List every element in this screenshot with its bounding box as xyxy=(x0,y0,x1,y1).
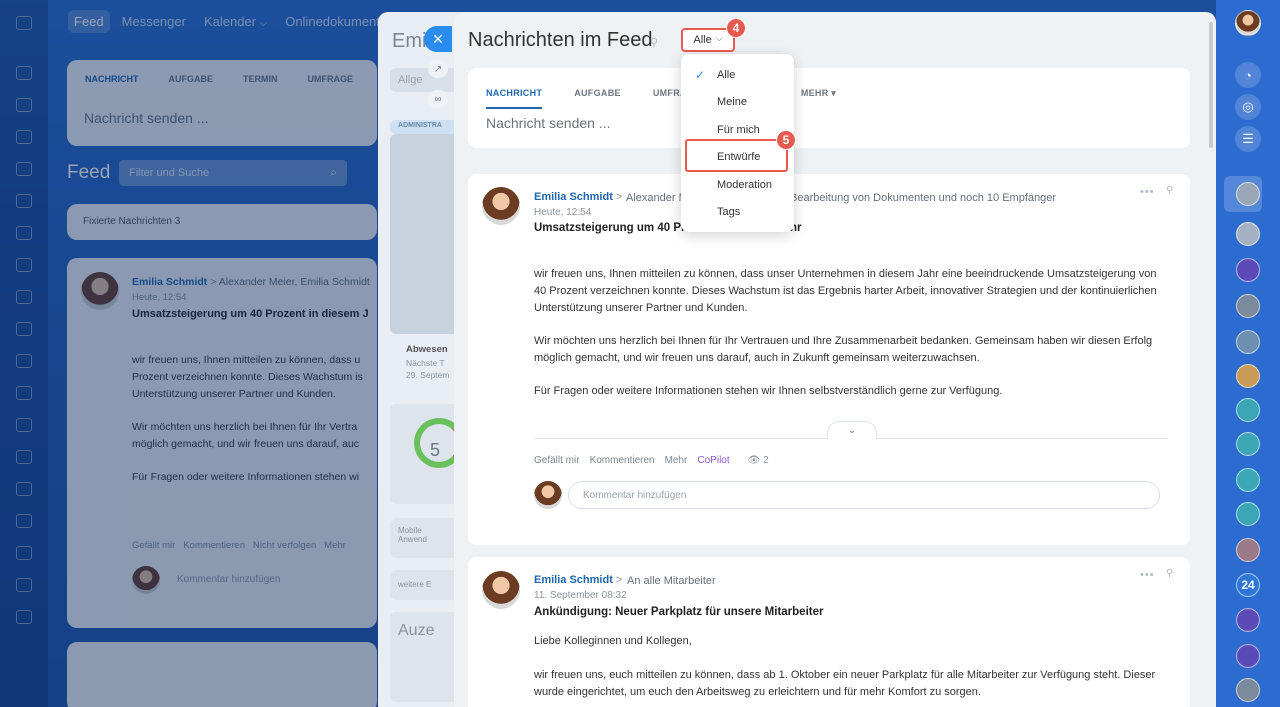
post-body-paragraph: wir freuen uns, Ihnen mitteilen zu könne… xyxy=(534,268,1157,314)
contact-avatar[interactable] xyxy=(1236,182,1260,206)
more-menu-icon[interactable]: ••• xyxy=(1140,186,1155,198)
open-new-window-icon[interactable]: ↗ xyxy=(428,60,448,78)
chat-icon[interactable]: ☰ xyxy=(1235,126,1261,152)
feed-post: Emilia Schmidt > An alle Mitarbeiter 11.… xyxy=(468,557,1190,707)
post-body-paragraph: wir freuen uns, euch mitteilen zu können… xyxy=(534,669,1156,698)
menu-item-alle[interactable]: Alle xyxy=(717,69,735,81)
tab-nachricht[interactable]: NACHRICHT xyxy=(486,78,543,109)
contact-avatar[interactable] xyxy=(1236,502,1260,526)
menu-item-fuer-mich[interactable]: Für mich xyxy=(717,124,760,136)
contact-avatar[interactable] xyxy=(1236,222,1260,246)
avatar[interactable] xyxy=(482,187,520,225)
tab-mehr[interactable]: MEHR ▾ xyxy=(801,78,836,109)
post-recipients-more[interactable]: Bearbeitung von Dokumenten und noch 10 E… xyxy=(790,192,1056,204)
post-recipients[interactable]: An alle Mitarbeiter xyxy=(627,575,716,587)
feed-slider: Nachrichten im Feed ⚲ Alle ⌵ NACHRICHT A… xyxy=(454,12,1216,707)
post-composer: NACHRICHT AUFGABE UMFRA MEHR ▾ Nachricht… xyxy=(468,68,1190,148)
counter-badge[interactable]: 24 xyxy=(1236,573,1260,597)
other-card-label: weitere E xyxy=(398,580,432,589)
absence-date: 29. Septem xyxy=(406,370,450,380)
bell-icon[interactable]: ◔ xyxy=(1235,62,1261,88)
gauge-value: 5 xyxy=(430,440,441,460)
post-time[interactable]: Heute, 12:54 xyxy=(534,207,591,218)
profile-tab[interactable]: Allge xyxy=(390,68,460,92)
scrollbar[interactable] xyxy=(1209,22,1213,148)
more-button[interactable]: Mehr xyxy=(665,455,688,466)
comment-placeholder: Kommentar hinzufügen xyxy=(583,490,687,501)
comment-button[interactable]: Kommentieren xyxy=(590,455,655,466)
recipient-arrow: > xyxy=(615,574,623,586)
copilot-button[interactable]: CoPilot xyxy=(697,455,729,466)
step-badge-4: 4 xyxy=(726,18,746,38)
post-title: Umsatzsteigerung um 40 Pro xyxy=(534,222,693,234)
post-body-paragraph: Wir möchten uns herzlich bei Ihnen für I… xyxy=(534,335,1153,364)
tab-aufgabe[interactable]: AUFGABE xyxy=(574,78,621,109)
check-icon: ✓ xyxy=(695,68,706,82)
filter-dropdown-label: Alle xyxy=(693,34,712,46)
post-recipients[interactable]: Alexander M xyxy=(626,192,688,204)
contact-avatar[interactable] xyxy=(1236,258,1260,282)
contact-avatar[interactable] xyxy=(1236,432,1260,456)
post-body-paragraph: Für Fragen oder weitere Informationen st… xyxy=(534,385,1003,397)
contact-avatar[interactable] xyxy=(1236,398,1260,422)
contact-avatar[interactable] xyxy=(1236,608,1260,632)
contact-avatar[interactable] xyxy=(1236,644,1260,668)
user-avatar[interactable] xyxy=(1235,10,1261,36)
pin-icon[interactable]: ⚲ xyxy=(1166,185,1173,196)
post-actions: Gefällt mir Kommentieren Mehr CoPilot 👁 … xyxy=(534,455,769,466)
pin-icon[interactable]: ⚲ xyxy=(650,36,658,49)
contact-avatar[interactable] xyxy=(1236,538,1260,562)
avatar[interactable] xyxy=(482,571,520,609)
expand-post-button[interactable]: ⌄ xyxy=(827,421,877,439)
recipient-arrow: > xyxy=(615,191,623,203)
awards-card-label: Auze xyxy=(398,622,435,639)
feed-post: Emilia Schmidt > Alexander M Bearbeitung… xyxy=(468,174,1190,545)
pin-icon[interactable]: ⚲ xyxy=(1166,568,1173,579)
composer-input[interactable]: Nachricht senden ... xyxy=(486,115,611,131)
close-icon: ✕ xyxy=(432,30,444,47)
post-time[interactable]: 11. September 08:32 xyxy=(534,590,627,601)
absence-next: Nächste T xyxy=(406,358,445,368)
post-author: Emilia Schmidt > xyxy=(534,191,622,203)
more-menu-icon[interactable]: ••• xyxy=(1140,569,1155,581)
views-counter: 👁 2 xyxy=(747,455,769,466)
chevron-down-icon: ⌄ xyxy=(847,425,857,436)
chevron-down-icon: ⌵ xyxy=(715,33,723,43)
comment-input[interactable]: Kommentar hinzufügen xyxy=(568,481,1160,509)
post-greeting: Liebe Kolleginnen und Kollegen, xyxy=(534,635,692,647)
like-button[interactable]: Gefällt mir xyxy=(534,455,580,466)
link-icon[interactable]: ∞ xyxy=(428,90,448,108)
menu-item-meine[interactable]: Meine xyxy=(717,96,747,108)
target-icon[interactable]: ◎ xyxy=(1235,94,1261,120)
contact-avatar[interactable] xyxy=(1236,678,1260,702)
contact-avatar[interactable] xyxy=(1236,364,1260,388)
profile-slider-title: Emi xyxy=(392,30,427,52)
counter-label: 24 xyxy=(1241,578,1255,592)
mobile-sub-label: Anwend xyxy=(398,535,427,544)
menu-item-moderation[interactable]: Moderation xyxy=(717,179,772,191)
close-slider-button[interactable]: ✕ xyxy=(424,26,452,52)
post-title: Ankündigung: Neuer Parkplatz für unsere … xyxy=(534,606,824,618)
menu-item-tags[interactable]: Tags xyxy=(717,206,740,218)
page-title: Nachrichten im Feed xyxy=(468,29,653,51)
post-author-name[interactable]: Emilia Schmidt xyxy=(534,191,613,203)
profile-tab-label: Allge xyxy=(398,74,423,86)
absence-title: Abwesen xyxy=(406,344,448,355)
post-author: Emilia Schmidt > xyxy=(534,574,622,586)
highlight-entwuerfe xyxy=(685,139,788,172)
contact-avatar[interactable] xyxy=(1236,330,1260,354)
contact-avatar[interactable] xyxy=(1236,294,1260,318)
contact-avatar[interactable] xyxy=(1236,468,1260,492)
right-sidebar: ◔ ◎ ☰ 24 xyxy=(1216,0,1280,707)
step-badge-5: 5 xyxy=(776,130,796,150)
post-author-name[interactable]: Emilia Schmidt xyxy=(534,574,613,586)
mobile-label: Mobile xyxy=(398,526,422,535)
avatar xyxy=(534,481,562,509)
